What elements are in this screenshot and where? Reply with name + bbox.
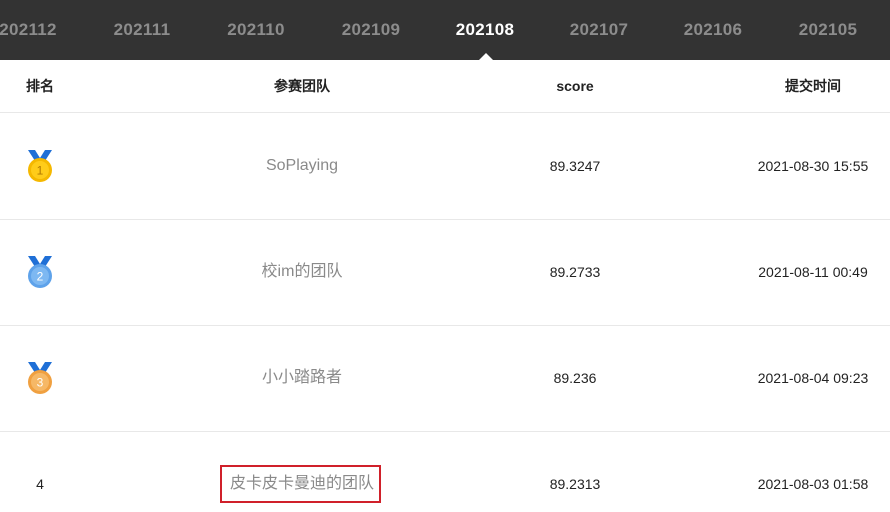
table-row: 3 小小踏路者 89.236 2021-08-04 09:23 [0,325,890,432]
month-tab-bar: 202112 202111 202110 202109 202108 20210… [0,0,890,60]
rank-number: 4 [36,476,44,492]
header-team: 参赛团队 [274,78,330,94]
bronze-medal-icon: 3 [28,362,52,394]
table-row: 2 校im的团队 89.2733 2021-08-11 00:49 [0,219,890,326]
header-score: score [556,78,594,94]
score-value: 89.236 [553,370,597,386]
gold-medal-icon: 1 [28,150,52,182]
team-name: 小小踏路者 [261,369,343,386]
header-submit-time: 提交时间 [785,78,841,94]
submit-time: 2021-08-03 01:58 [757,476,869,492]
active-tab-pointer [479,53,493,60]
medal-rank-label: 1 [37,164,44,178]
score-value: 89.2313 [549,476,601,492]
submit-time: 2021-08-30 15:55 [757,158,869,174]
leaderboard-page: 202112 202111 202110 202109 202108 20210… [0,0,890,512]
team-name: SoPlaying [265,157,339,174]
tab-202106[interactable]: 202106 [663,0,763,60]
score-value: 89.2733 [549,264,601,280]
header-rank: 排名 [26,78,54,94]
tab-202105[interactable]: 202105 [778,0,878,60]
medal-rank-label: 2 [37,270,44,284]
submit-time: 2021-08-11 00:49 [758,264,868,280]
tab-202111[interactable]: 202111 [92,0,192,60]
tab-202112[interactable]: 202112 [0,0,78,60]
tab-202107[interactable]: 202107 [549,0,649,60]
team-name: 校im的团队 [261,263,343,280]
submit-time: 2021-08-04 09:23 [757,370,869,386]
medal-rank-label: 3 [37,376,44,390]
silver-medal-icon: 2 [28,256,52,288]
table-header: 排名 参赛团队 score 提交时间 [0,60,890,113]
score-value: 89.3247 [549,158,601,174]
team-name: 皮卡皮卡曼迪的团队 [229,475,375,492]
tab-202110[interactable]: 202110 [206,0,306,60]
table-row: 4 皮卡皮卡曼迪的团队 89.2313 2021-08-03 01:58 [0,431,890,512]
table-row: 1 SoPlaying 89.3247 2021-08-30 15:55 [0,113,890,220]
tab-202108[interactable]: 202108 [435,0,535,60]
tab-202109[interactable]: 202109 [321,0,421,60]
